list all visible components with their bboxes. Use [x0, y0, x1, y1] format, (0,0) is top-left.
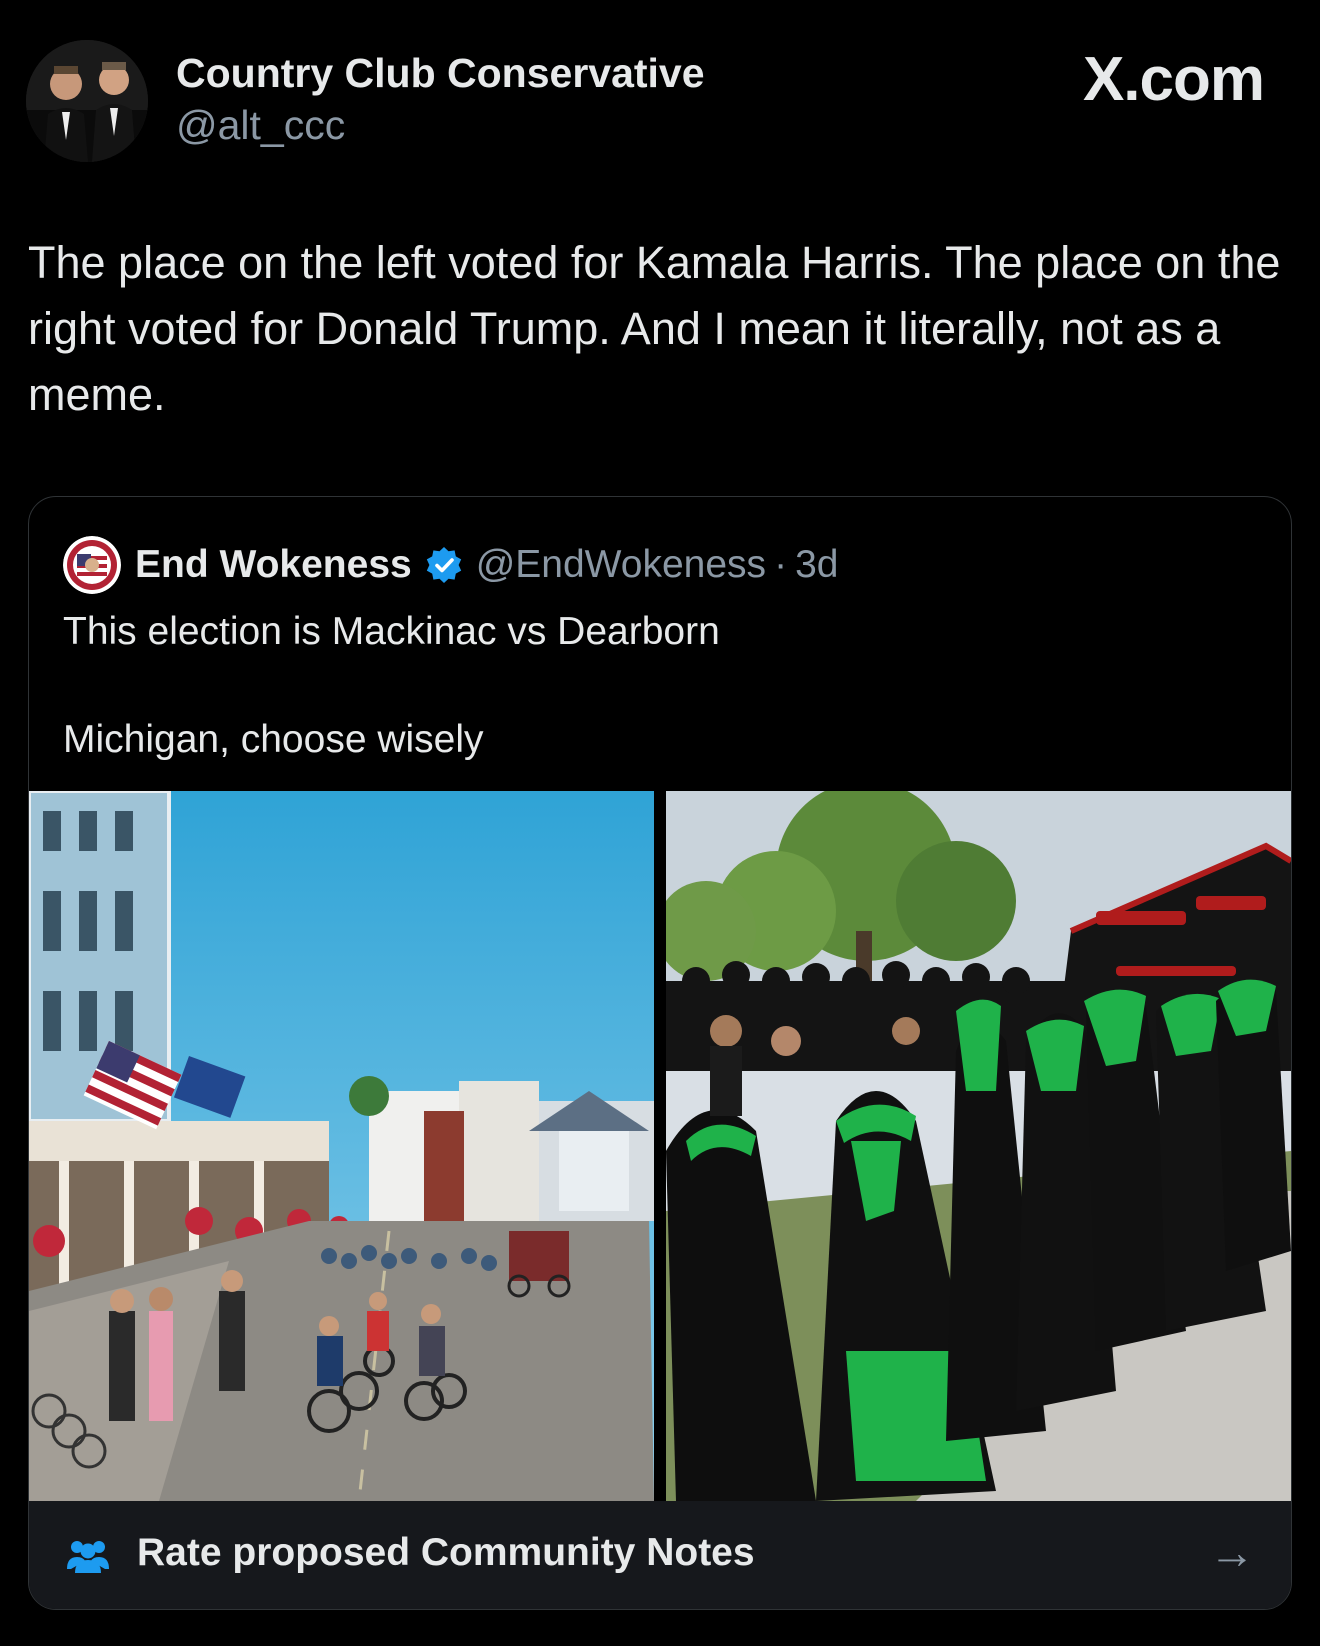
community-notes-bar[interactable]: Rate proposed Community Notes →	[29, 1501, 1291, 1609]
quoted-author-handle[interactable]: @EndWokeness	[476, 543, 766, 587]
street-photo[interactable]	[29, 791, 654, 1501]
site-label: X.com	[1082, 45, 1265, 114]
quoted-author-name[interactable]: End Wokeness	[135, 543, 412, 587]
quoted-text-line-1: This election is Mackinac vs Dearborn	[63, 610, 720, 653]
community-notes-label[interactable]: Rate proposed Community Notes	[137, 1531, 755, 1575]
procession-photo[interactable]	[666, 791, 1291, 1501]
quoted-tweet-text: This election is Mackinac vs Dearborn Mi…	[63, 605, 1263, 767]
quoted-timestamp[interactable]: 3d	[795, 543, 838, 587]
quoted-tweet-header: End Wokeness @EndWokeness · 3d	[63, 535, 838, 595]
tweet-header: Country Club Conservative @alt_ccc X.com	[26, 40, 1294, 162]
tweet-text: The place on the left voted for Kamala H…	[28, 237, 1281, 420]
arrow-right-icon[interactable]: →	[1209, 1525, 1255, 1579]
verified-badge-icon	[426, 547, 461, 583]
quoted-tweet[interactable]: End Wokeness @EndWokeness · 3d This elec…	[28, 496, 1292, 1610]
author-avatar[interactable]	[26, 40, 148, 162]
people-icon	[67, 1541, 109, 1573]
author-name[interactable]: Country Club Conservative	[176, 50, 705, 97]
separator-dot: ·	[774, 543, 788, 586]
author-handle[interactable]: @alt_ccc	[176, 102, 345, 149]
quoted-text-line-2: Michigan, choose wisely	[63, 718, 484, 761]
quoted-author-avatar[interactable]	[63, 536, 121, 594]
quoted-media	[29, 791, 1291, 1501]
